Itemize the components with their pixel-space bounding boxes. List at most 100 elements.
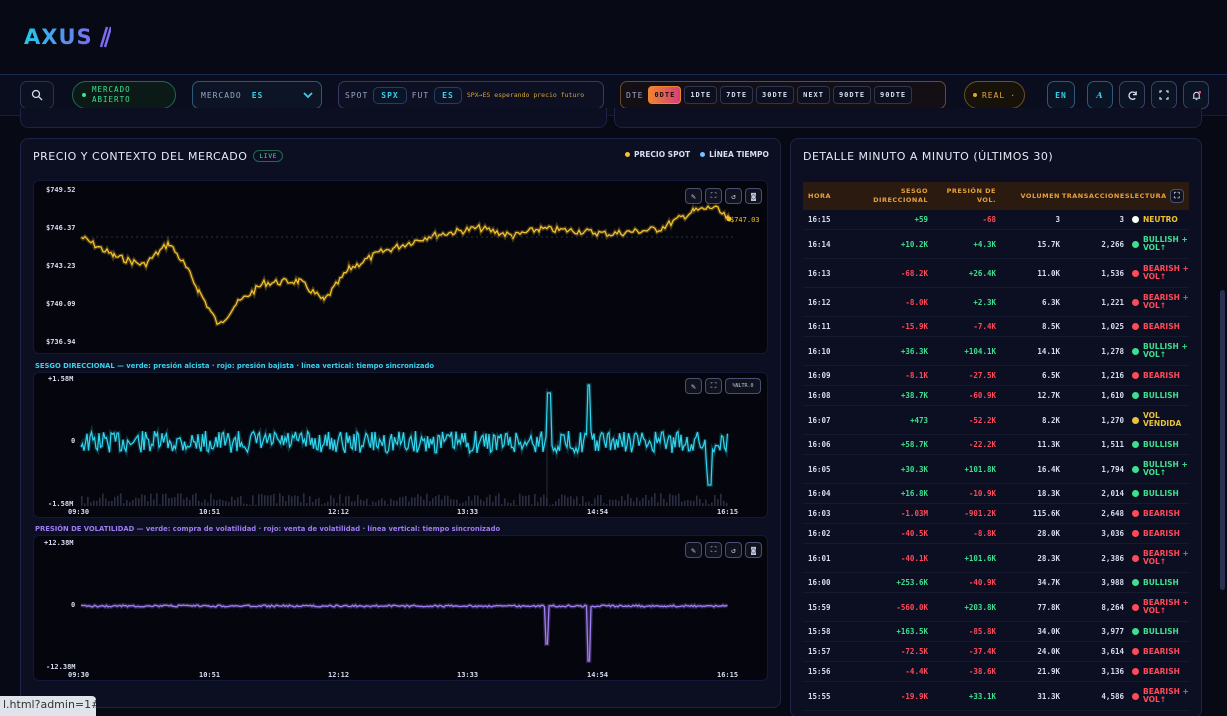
cell-sesgo: -560.0K <box>896 602 928 612</box>
cell-pres: +101.8K <box>964 464 996 474</box>
waiting-status: SPX→ES esperando precio futuro <box>466 91 585 99</box>
expand-icon[interactable]: ⛶ <box>1170 189 1184 203</box>
fut-symbol-button[interactable]: ES <box>434 86 462 104</box>
col-transacciones: TRANSACCIONES <box>1061 192 1130 200</box>
table-row[interactable]: 15:56 -4.4K -38.6K 21.9K 3,136 BEARISH <box>803 662 1189 682</box>
mercado-select[interactable]: MERCADO ES <box>192 81 322 109</box>
cell-vol: 34.0K <box>1037 627 1060 636</box>
signal-dot-icon <box>1132 490 1139 497</box>
spot-symbol-button[interactable]: SPX <box>373 86 407 104</box>
table-row[interactable]: 16:03 -1.03M -901.2K 115.6K 2,648 BEARISH <box>803 504 1189 524</box>
table-row[interactable]: 16:12 -8.0K +2.3K 6.3K 1,221 BEARISH + VOL↑ <box>803 288 1189 317</box>
cell-sesgo: -8.0K <box>905 297 928 307</box>
lectura-text: BEARISH <box>1143 528 1180 538</box>
cell-tr: 2,386 <box>1101 553 1124 563</box>
search-button[interactable] <box>20 81 54 109</box>
camera-icon[interactable]: ◙ <box>745 542 762 558</box>
page-scrollbar[interactable] <box>1220 290 1225 590</box>
table-row[interactable]: 16:08 +38.7K -60.9K 12.7K 1,610 BULLISH <box>803 386 1189 406</box>
pencil-icon[interactable]: ✎ <box>685 188 702 204</box>
cell-vol: 6.5K <box>1041 371 1060 380</box>
panel-title-text: PRECIO Y CONTEXTO DEL MERCADO <box>33 150 248 163</box>
axus-logo[interactable]: AXUS <box>24 22 111 52</box>
table-row[interactable]: 16:00 +253.6K -40.9K 34.7K 3,988 BULLISH <box>803 573 1189 593</box>
mode-toggle[interactable]: REAL · <box>964 81 1025 109</box>
cell-lectura: BEARISH <box>1124 509 1189 518</box>
table-row[interactable]: 15:59 -560.0K +203.8K 77.8K 8,264 BEARISH + V… <box>803 593 1189 622</box>
current-price-label: $747.03 <box>730 216 760 224</box>
dte-option[interactable]: 7DTE <box>720 86 754 104</box>
table-row[interactable]: 16:06 +58.7K -22.2K 11.3K 1,511 BULLISH <box>803 435 1189 455</box>
table-row[interactable]: 15:57 -72.5K -37.4K 24.0K 3,614 BEARISH <box>803 642 1189 662</box>
cell-vol: 21.9K <box>1037 667 1060 676</box>
language-button[interactable]: EN <box>1047 81 1075 109</box>
cell-pres: +2.3K <box>973 297 996 307</box>
cell-hora: 16:06 <box>808 440 831 449</box>
table-row[interactable]: 15:58 +163.5K -85.8K 34.0K 3,977 BULLISH <box>803 622 1189 642</box>
table-row[interactable]: 16:02 -40.5K -8.8K 28.0K 3,036 BEARISH <box>803 524 1189 544</box>
dte-option[interactable]: 90DTE <box>832 86 872 104</box>
market-status-text: MERCADO ABIERTO <box>92 85 131 104</box>
cell-hora: 16:08 <box>808 391 831 400</box>
spot-label: SPOT <box>345 90 369 100</box>
table-row[interactable]: 16:05 +30.3K +101.8K 16.4K 1,794 BULLISH + VO… <box>803 455 1189 484</box>
table-row[interactable]: 16:01 -40.1K +101.6K 28.3K 2,386 BEARISH + VO… <box>803 544 1189 573</box>
camera-icon[interactable]: ◙ <box>745 188 762 204</box>
reset-icon[interactable]: ↺ <box>725 542 742 558</box>
table-row[interactable]: 16:14 +10.2K +4.3K 15.7K 2,266 BULLISH + VOL↑ <box>803 230 1189 259</box>
refresh-button[interactable] <box>1119 81 1145 109</box>
cell-hora: 16:13 <box>808 268 831 278</box>
table-row[interactable]: 16:13 -68.2K +26.4K 11.0K 1,536 BEARISH + VOL… <box>803 259 1189 288</box>
expand-icon[interactable]: ⛶ <box>705 378 722 394</box>
cell-lectura: BULLISH <box>1124 440 1189 449</box>
signal-dot-icon <box>1132 269 1139 277</box>
signal-dot-icon <box>1132 579 1139 586</box>
dte-option[interactable]: 30DTE <box>756 86 795 104</box>
dte-option[interactable]: 90DTE <box>874 86 913 104</box>
price-chart[interactable]: $749.52 $746.37 $743.23 $740.09 $736.94 … <box>33 180 768 354</box>
signal-dot-icon <box>1132 441 1139 448</box>
expand-icon[interactable]: ⛶ <box>705 542 722 558</box>
fullscreen-button[interactable] <box>1151 81 1177 109</box>
signal-dot-icon <box>1132 372 1139 379</box>
reset-icon[interactable]: ↺ <box>725 188 742 204</box>
vol-x-tick: 12:12 <box>328 671 350 679</box>
cell-hora: 16:01 <box>808 553 831 563</box>
pencil-icon[interactable]: ✎ <box>685 542 702 558</box>
table-row[interactable]: 16:07 +473 -52.2K 8.2K 1,270 VOL VENDIDA <box>803 406 1189 435</box>
dte-option[interactable]: 0DTE <box>648 86 682 104</box>
signal-dot-icon <box>1132 603 1139 611</box>
vol-chart[interactable]: +12.38M 0 -12.38M 09:30 10:51 12:12 13:3… <box>33 535 768 681</box>
col-volumen: VOLUMEN <box>1020 192 1060 200</box>
bias-chart[interactable]: +1.58M 0 -1.58M 09:30 10:51 12:12 13:33 … <box>33 372 768 518</box>
cell-sesgo: -19.9K <box>900 691 928 701</box>
table-row[interactable]: 16:09 -8.1K -27.5K 6.5K 1,216 BEARISH <box>803 366 1189 386</box>
mode-chevron-icon: · <box>1010 90 1017 100</box>
table-row[interactable]: 16:15 +59 -68 3 3 NEUTRO <box>803 210 1189 230</box>
bias-x-tick: 16:15 <box>717 508 739 516</box>
pencil-icon[interactable]: ✎ <box>685 378 702 394</box>
cell-lectura: BULLISH <box>1124 489 1189 498</box>
font-button[interactable]: A <box>1087 81 1113 109</box>
table-row[interactable]: 16:04 +16.8K -10.9K 18.3K 2,014 BULLISH <box>803 484 1189 504</box>
vol-sold-icon <box>1132 416 1139 424</box>
cell-lectura: NEUTRO <box>1124 215 1189 224</box>
dte-option[interactable]: 1DTE <box>684 86 718 104</box>
signal-dot-icon <box>1132 554 1139 562</box>
dte-option[interactable]: NEXT <box>797 86 830 104</box>
lectura-text: VOL VENDIDA <box>1143 411 1182 428</box>
cell-pres: -7.4K <box>973 322 996 331</box>
vol-line-svg <box>80 602 729 663</box>
table-row[interactable]: 16:11 -15.9K -7.4K 8.5K 1,025 BEARISH <box>803 317 1189 337</box>
signal-dot-icon <box>1132 240 1139 248</box>
cell-lectura: BULLISH + VOL↑ <box>1124 236 1189 252</box>
cell-vol: 34.7K <box>1037 578 1060 587</box>
notifications-button[interactable] <box>1183 81 1209 109</box>
cell-vol: 8.5K <box>1041 322 1060 331</box>
table-row[interactable]: 16:10 +36.3K +104.1K 14.1K 1,278 BULLISH + VO… <box>803 337 1189 366</box>
cell-vol: 77.8K <box>1037 602 1060 612</box>
cell-tr: 1,216 <box>1101 371 1124 380</box>
table-row[interactable]: 15:55 -19.9K +33.1K 31.3K 4,586 BEARISH + VOL… <box>803 682 1189 711</box>
expand-icon[interactable]: ⛶ <box>705 188 722 204</box>
col-presion: PRESIÓN DE VOL. <box>946 187 996 204</box>
